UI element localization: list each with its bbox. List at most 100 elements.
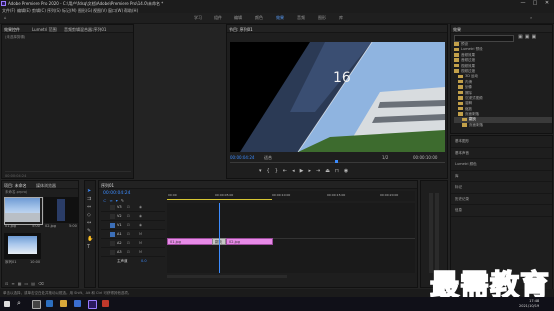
file-explorer-icon[interactable] xyxy=(60,300,67,307)
tab-lumetri-scopes[interactable]: Lumetri 范围 xyxy=(32,27,57,33)
app-icon-blue[interactable] xyxy=(74,300,81,307)
eye-icon[interactable]: ◉ xyxy=(139,205,142,209)
tab-audio-clip-mixer[interactable]: 音频剪辑混合器:序列01 xyxy=(64,27,106,33)
master-volume-value[interactable]: 0.0 xyxy=(141,259,147,263)
export-frame-button[interactable]: ◉ xyxy=(344,168,353,174)
go-to-in-button[interactable]: ⇤ xyxy=(283,168,292,174)
workspace-assembly[interactable]: 组件 xyxy=(214,15,222,21)
extract-button[interactable]: ⊓ xyxy=(335,168,344,174)
task-view-icon[interactable] xyxy=(32,300,41,309)
project-item-thumb-02[interactable] xyxy=(44,197,79,223)
search-icon[interactable]: ⌕ xyxy=(530,15,532,20)
track-select-tool-icon[interactable]: ⇉ xyxy=(87,195,93,203)
workspace-effects[interactable]: 效果 xyxy=(276,15,284,21)
effects-panel-title[interactable]: 效果 xyxy=(453,27,461,33)
track-name[interactable]: A3 xyxy=(117,250,122,254)
taskbar-search-icon[interactable]: ⌕ xyxy=(17,299,21,308)
home-icon[interactable]: ⌂ xyxy=(4,15,7,20)
close-button[interactable]: ✕ xyxy=(541,0,553,7)
right-panel-section[interactable]: 信息 xyxy=(451,205,552,217)
mute-icon[interactable]: M xyxy=(139,250,142,254)
selection-tool-icon[interactable]: ➤ xyxy=(87,187,93,195)
fit-select[interactable]: 适合 xyxy=(264,155,272,161)
track-lock-icon[interactable]: ⊡ xyxy=(127,223,130,227)
project-item-thumb-03[interactable] xyxy=(4,233,41,259)
minimize-button[interactable]: — xyxy=(517,0,529,7)
track-target-toggle[interactable] xyxy=(110,213,115,219)
maximize-button[interactable]: □ xyxy=(529,0,541,7)
right-panel-section[interactable]: 历史记录 xyxy=(451,194,552,205)
timeline-ruler[interactable]: 00:00 00:00:05:00 00:00:10:00 00:00:15:0… xyxy=(167,191,415,201)
slip-tool-icon[interactable]: ↔ xyxy=(87,219,93,227)
track-lock-icon[interactable]: ⊡ xyxy=(127,232,130,236)
tab-media-browser[interactable]: 媒体浏览器 xyxy=(36,183,56,189)
workspace-color[interactable]: 颜色 xyxy=(255,15,263,21)
track-lock-icon[interactable]: ⊡ xyxy=(127,241,130,245)
icon-view-icon[interactable]: ▦ xyxy=(18,281,25,286)
work-area-bar[interactable] xyxy=(167,199,272,200)
trash-icon[interactable]: ⌫ xyxy=(38,281,47,286)
track-name[interactable]: V1 xyxy=(117,223,122,227)
timeline-timecode[interactable]: 00:00:04:24 xyxy=(103,191,130,196)
tab-effect-controls[interactable]: 效果控件 xyxy=(4,27,20,33)
add-marker-button[interactable]: ▾ xyxy=(259,168,267,174)
effects-tree-item[interactable]: 页面剥落 xyxy=(454,123,552,128)
tab-sequence-01[interactable]: 序列01 xyxy=(101,183,114,189)
right-panel-section[interactable]: Lumetri 颜色 xyxy=(451,159,552,171)
eye-icon[interactable]: ◉ xyxy=(139,214,142,218)
track-target-toggle[interactable] xyxy=(110,204,115,210)
mark-out-button[interactable]: } xyxy=(275,168,283,174)
app-icon-red[interactable] xyxy=(102,300,109,307)
mute-icon[interactable]: M xyxy=(139,241,142,245)
accelerated-effects-icon[interactable]: ▣ xyxy=(518,34,525,40)
clip-02[interactable]: 02.jpg xyxy=(226,238,273,245)
workspace-graphics[interactable]: 图形 xyxy=(318,15,326,21)
taskbar-clock[interactable]: 17:48 2021/10/19 xyxy=(519,299,539,308)
razor-tool-icon[interactable]: ◇ xyxy=(87,211,93,219)
program-timecode[interactable]: 00:00:04:24 xyxy=(230,155,254,160)
mute-icon[interactable]: M xyxy=(139,232,142,236)
program-playhead[interactable] xyxy=(335,160,338,163)
workspace-audio[interactable]: 音频 xyxy=(297,15,305,21)
premiere-taskbar-icon[interactable] xyxy=(88,300,97,309)
track-name[interactable]: V3 xyxy=(117,205,122,209)
playback-resolution-select[interactable]: 1/2 xyxy=(382,155,388,160)
mark-in-button[interactable]: { xyxy=(267,168,275,174)
go-to-out-button[interactable]: ⇥ xyxy=(316,168,325,174)
tab-program-monitor[interactable]: 节目: 序列01 xyxy=(229,27,253,33)
track-name[interactable]: A1 xyxy=(117,232,122,236)
track-target-toggle[interactable] xyxy=(110,231,115,237)
project-item-thumb-01[interactable] xyxy=(4,197,43,225)
track-target-toggle[interactable] xyxy=(110,240,115,246)
step-back-button[interactable]: ◂ xyxy=(292,168,300,174)
track-target-toggle[interactable] xyxy=(110,249,115,255)
track-name[interactable]: V2 xyxy=(117,214,122,218)
timeline-playhead[interactable] xyxy=(219,203,220,273)
track-area[interactable]: 01.jpg 翻页 02.jpg xyxy=(167,203,415,273)
tab-project[interactable]: 项目: 未命名 xyxy=(4,183,27,189)
windows-start-icon[interactable] xyxy=(4,301,10,307)
effects-search-input[interactable] xyxy=(454,35,514,42)
lift-button[interactable]: ⏏ xyxy=(325,168,335,174)
ripple-edit-tool-icon[interactable]: ⇔ xyxy=(87,203,93,211)
track-target-toggle[interactable] xyxy=(110,222,115,228)
yuv-effects-icon[interactable]: ▣ xyxy=(531,34,538,40)
right-panel-section[interactable]: 标记 xyxy=(451,182,552,194)
workspace-learn[interactable]: 学习 xyxy=(194,15,202,21)
eye-icon[interactable]: ◉ xyxy=(139,223,142,227)
type-tool-icon[interactable]: T xyxy=(87,243,93,251)
timeline-scrollbar[interactable] xyxy=(167,275,287,278)
track-lock-icon[interactable]: ⊡ xyxy=(127,205,130,209)
track-lock-icon[interactable]: ⊡ xyxy=(127,250,130,254)
edge-browser-icon[interactable] xyxy=(46,300,53,307)
step-forward-button[interactable]: ▸ xyxy=(308,168,316,174)
right-panel-section[interactable]: 库 xyxy=(451,171,552,182)
hand-tool-icon[interactable]: ✋ xyxy=(87,235,93,243)
workspace-libraries[interactable]: 库 xyxy=(339,15,343,21)
right-panel-section[interactable]: 基本图形 xyxy=(451,136,552,148)
pen-tool-icon[interactable]: ✎ xyxy=(87,227,93,235)
track-name[interactable]: A2 xyxy=(117,241,122,245)
workspace-editing[interactable]: 编辑 xyxy=(234,15,242,21)
track-lock-icon[interactable]: ⊡ xyxy=(127,214,130,218)
right-panel-section[interactable]: 基本声音 xyxy=(451,148,552,159)
